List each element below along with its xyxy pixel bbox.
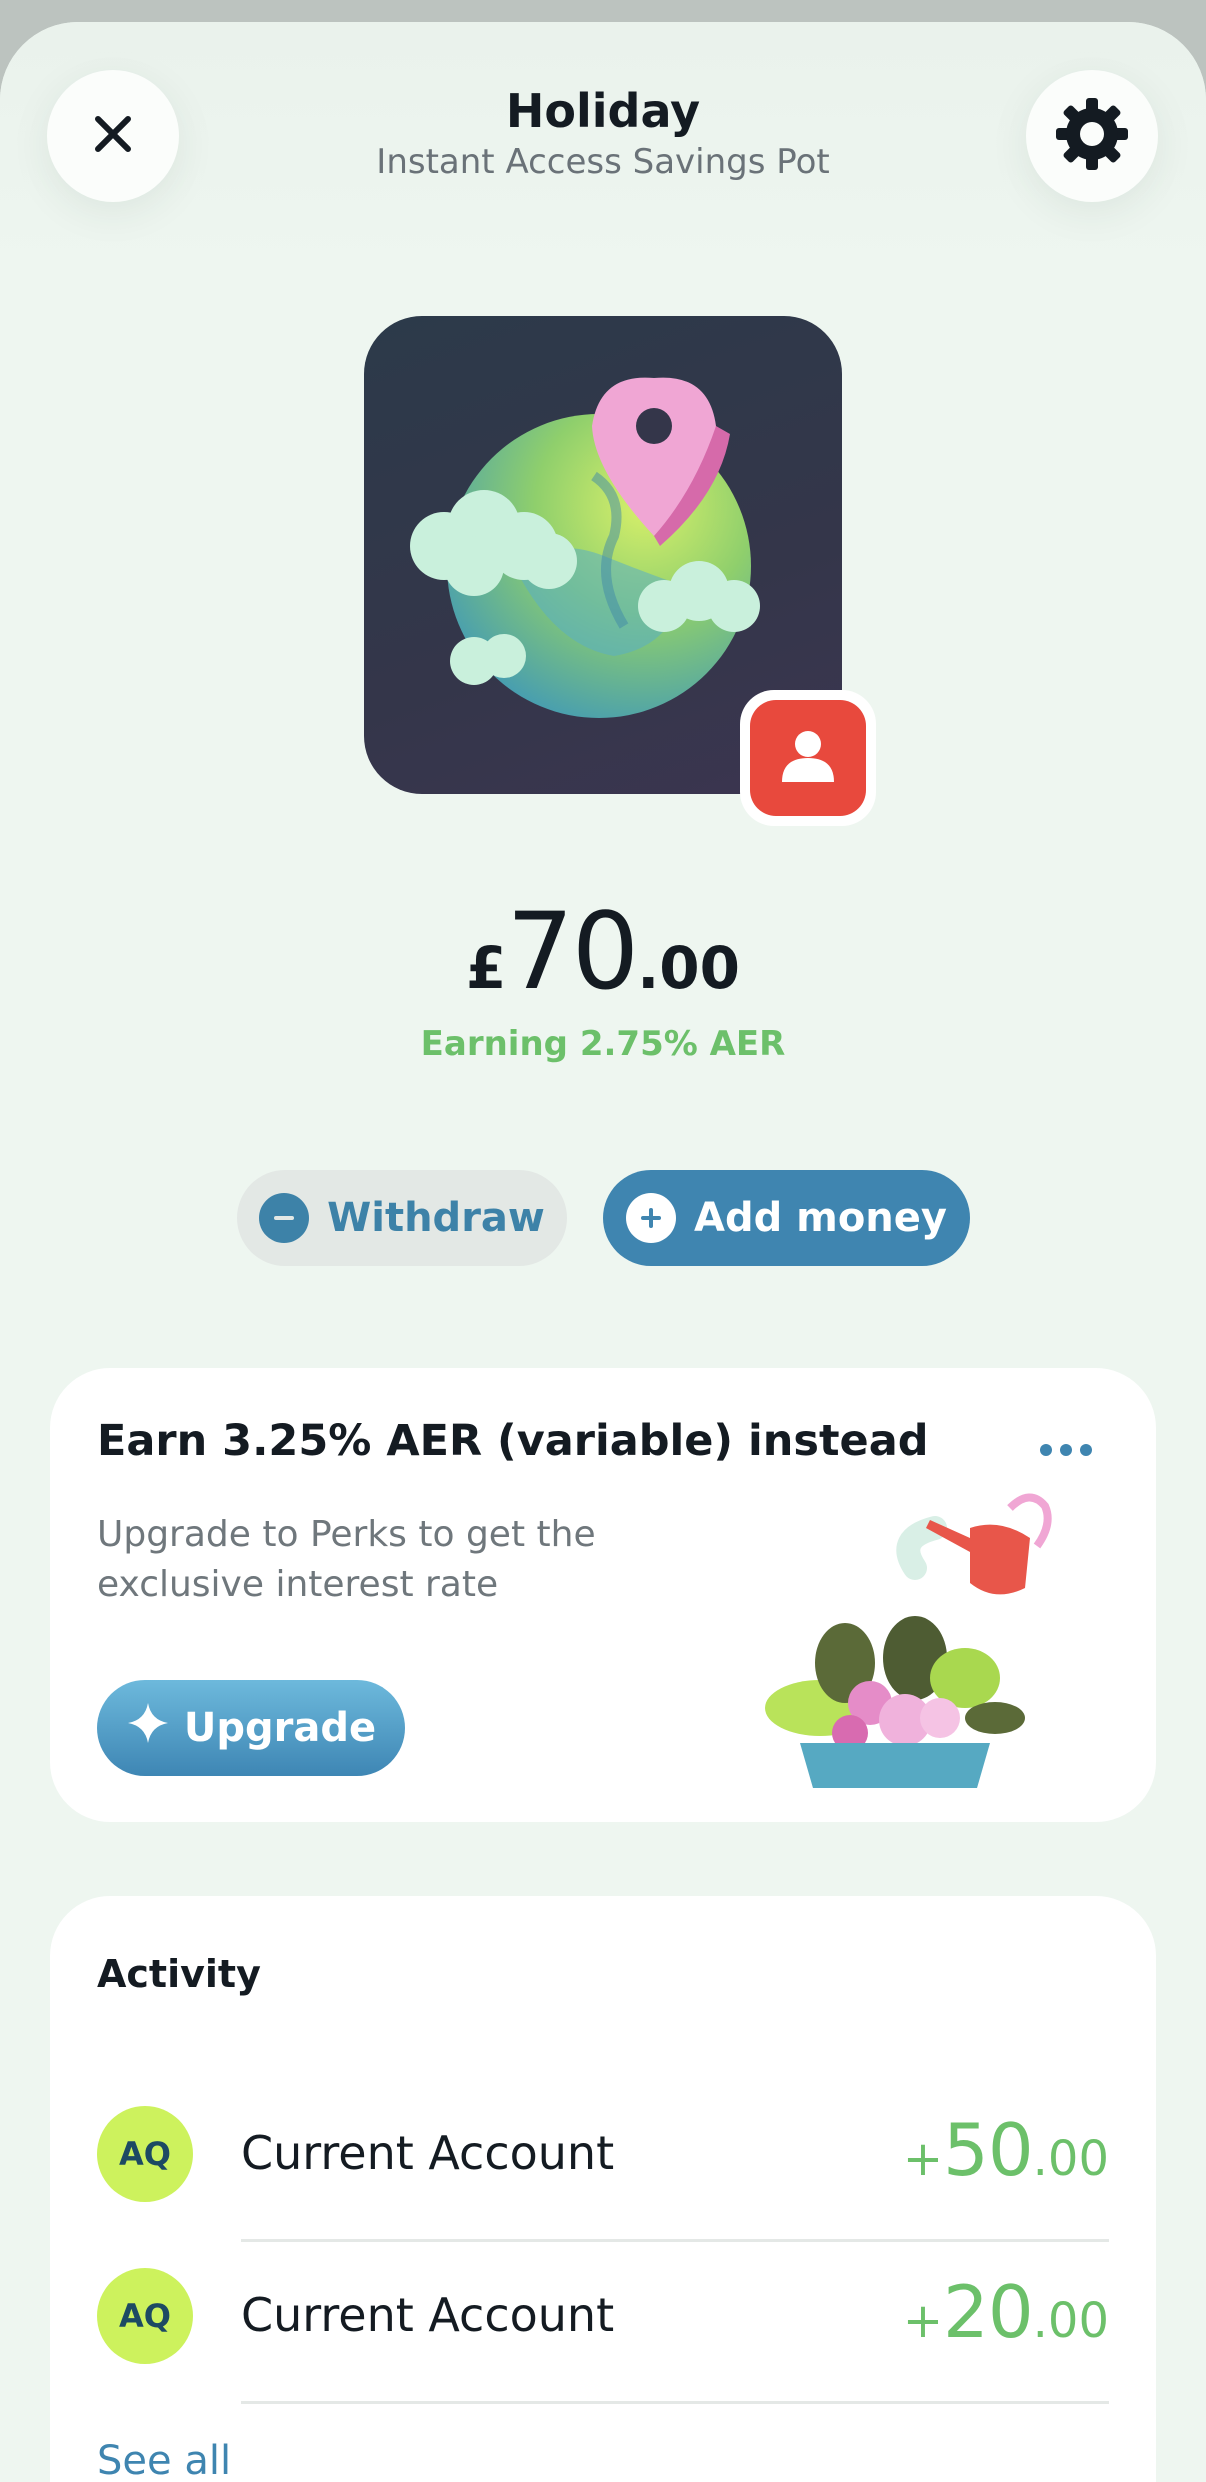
amount-major: 20 bbox=[943, 2270, 1034, 2354]
amount-minor: .00 bbox=[1032, 2131, 1109, 2187]
interest-rate-text: Earning 2.75% AER bbox=[420, 1024, 786, 1064]
upgrade-label: Upgrade bbox=[183, 1705, 377, 1751]
see-all-link[interactable]: See all bbox=[97, 2438, 231, 2482]
activity-row-amount: +50.00 bbox=[903, 2108, 1109, 2192]
activity-card: Activity AQ Current Account +50.00 AQ Cu… bbox=[50, 1896, 1156, 2482]
add-money-button[interactable]: Add money bbox=[603, 1170, 970, 1266]
person-icon bbox=[776, 724, 840, 792]
upgrade-button[interactable]: Upgrade bbox=[97, 1680, 405, 1776]
amount-minor: .00 bbox=[1032, 2293, 1109, 2349]
avatar: AQ bbox=[97, 2268, 193, 2364]
amount-sign: + bbox=[902, 2131, 944, 2187]
settings-button[interactable] bbox=[1026, 70, 1158, 202]
plus-circle-icon bbox=[626, 1193, 676, 1243]
more-dots-icon[interactable] bbox=[1040, 1438, 1100, 1462]
page-title: Holiday bbox=[505, 84, 701, 138]
sparkle-icon bbox=[126, 1701, 170, 1755]
owner-badge bbox=[740, 690, 876, 826]
amount-sign: + bbox=[902, 2293, 944, 2349]
withdraw-label: Withdraw bbox=[327, 1195, 545, 1241]
balance-minor: .00 bbox=[637, 934, 740, 1002]
activity-title: Activity bbox=[97, 1952, 261, 1996]
balance-currency: £ bbox=[466, 934, 507, 1002]
add-money-label: Add money bbox=[694, 1195, 947, 1241]
pot-sheet: Holiday Instant Access Savings Pot £70.0… bbox=[0, 22, 1206, 2482]
gear-icon bbox=[1054, 96, 1130, 176]
pot-balance: £70.00 bbox=[0, 890, 1206, 1013]
watering-can-plants-illustration bbox=[765, 1493, 1052, 1788]
promo-description: Upgrade to Perks to get the exclusive in… bbox=[97, 1514, 596, 1605]
balance-major: 70 bbox=[506, 890, 639, 1013]
minus-circle-icon bbox=[259, 1193, 310, 1243]
activity-row-amount: +20.00 bbox=[903, 2270, 1109, 2354]
avatar: AQ bbox=[97, 2106, 193, 2202]
upgrade-promo-card: Earn 3.25% AER (variable) instead Upgrad… bbox=[50, 1368, 1156, 1822]
activity-row-name: Current Account bbox=[241, 2288, 615, 2342]
row-divider bbox=[241, 2401, 1109, 2404]
promo-title: Earn 3.25% AER (variable) instead bbox=[97, 1416, 929, 1466]
amount-major: 50 bbox=[943, 2108, 1034, 2192]
activity-row[interactable]: AQ Current Account +50.00 bbox=[50, 2080, 1156, 2242]
activity-row[interactable]: AQ Current Account +20.00 bbox=[50, 2242, 1156, 2404]
page-subtitle: Instant Access Savings Pot bbox=[376, 142, 830, 182]
withdraw-button[interactable]: Withdraw bbox=[237, 1170, 567, 1266]
activity-row-name: Current Account bbox=[241, 2126, 615, 2180]
